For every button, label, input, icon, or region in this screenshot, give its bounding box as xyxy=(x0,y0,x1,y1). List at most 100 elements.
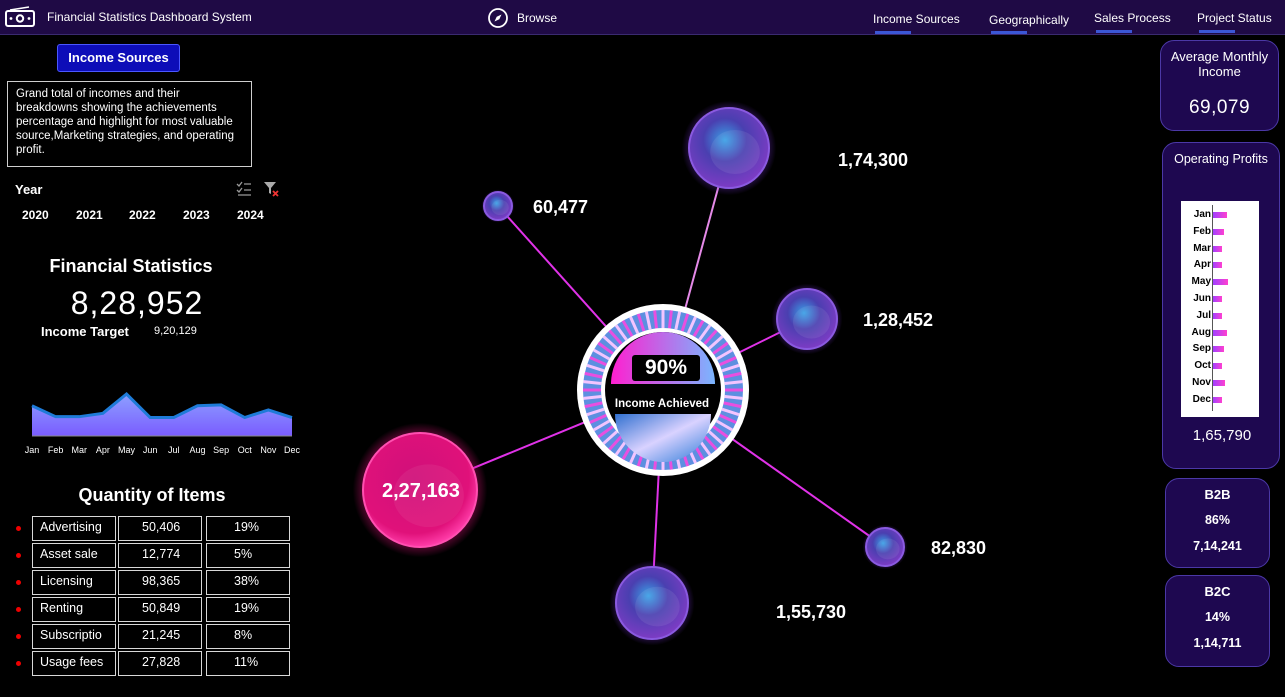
achievement-percent: 90% xyxy=(632,355,700,381)
operating-profits-card: Operating Profits Jan Feb Mar Apr May Jun Jul A… xyxy=(1162,142,1280,469)
app-title: Financial Statistics Dashboard System xyxy=(47,10,252,24)
tab-underline xyxy=(991,31,1027,34)
bullet-icon xyxy=(16,580,21,585)
year-2020[interactable]: 2020 xyxy=(22,208,49,222)
bullet-icon xyxy=(16,661,21,666)
op-row: Dec xyxy=(1181,392,1259,408)
bubble-value: 1,55,730 xyxy=(776,602,847,622)
op-bar xyxy=(1213,245,1222,252)
income-sources-chip[interactable]: Income Sources xyxy=(57,44,180,72)
year-slicer-title: Year xyxy=(15,182,43,197)
card-percent: 14% xyxy=(1204,610,1231,624)
op-row: May xyxy=(1181,274,1259,290)
income-bubble-diagram xyxy=(352,100,908,646)
tab-underline xyxy=(1199,30,1235,33)
x-tick-label: Oct xyxy=(238,445,253,455)
quantity-of-items-title: Quantity of Items xyxy=(78,485,226,505)
area-line xyxy=(31,391,293,420)
bubble-value: 1,74,300 xyxy=(838,150,909,170)
card-amount: 7,14,241 xyxy=(1193,539,1242,553)
month-label: Aug xyxy=(1191,326,1211,338)
tab-underline xyxy=(1096,30,1132,33)
x-tick-label: Nov xyxy=(260,445,277,455)
tab-label: Geographically xyxy=(989,13,1070,27)
card-title: Average Monthly Income xyxy=(1170,49,1269,79)
op-bar xyxy=(1213,296,1222,302)
year-2024[interactable]: 2024 xyxy=(237,208,264,222)
item-name: Usage fees xyxy=(32,651,116,676)
year-2022[interactable]: 2022 xyxy=(129,208,156,222)
item-percent: 8% xyxy=(206,624,290,649)
table-row: Usage fees 27,828 11% xyxy=(0,651,300,676)
multi-select-icon[interactable] xyxy=(236,181,252,197)
table-row: Licensing 98,365 38% xyxy=(0,570,300,595)
card-amount: 1,14,711 xyxy=(1193,636,1242,650)
card-title: B2B xyxy=(1204,487,1231,502)
bubble-value-highlight: 2,27,163 xyxy=(382,480,460,502)
month-label: Jul xyxy=(1196,309,1211,321)
bullet-icon xyxy=(16,553,21,558)
month-label: Nov xyxy=(1192,377,1211,388)
item-quantity: 98,365 xyxy=(118,570,202,595)
op-bar xyxy=(1213,396,1222,403)
month-label: Oct xyxy=(1194,360,1211,372)
item-quantity: 27,828 xyxy=(118,651,202,676)
item-name: Subscriptio xyxy=(32,624,116,649)
card-value: 1,65,790 xyxy=(1192,427,1252,444)
op-bar xyxy=(1213,346,1224,353)
month-label: Sep xyxy=(1192,343,1211,355)
tab-label: Project Status xyxy=(1197,11,1272,25)
tab-sales-process[interactable]: Sales Process xyxy=(1094,11,1171,33)
tab-geographically[interactable]: Geographically xyxy=(989,13,1070,34)
x-tick-label: Jul xyxy=(168,445,180,455)
op-row: Feb xyxy=(1181,224,1259,240)
month-label: Dec xyxy=(1192,393,1211,405)
table-row: Asset sale 12,774 5% xyxy=(0,543,300,568)
bubble-value: 1,28,452 xyxy=(863,310,934,330)
financial-statistics-value: 8,28,952 xyxy=(70,285,204,321)
op-row: Jan xyxy=(1181,207,1259,223)
table-row: Advertising 50,406 19% xyxy=(0,516,300,541)
description-box: Grand total of incomes and their breakdo… xyxy=(7,81,252,167)
bullet-icon xyxy=(16,607,21,612)
bubble-value: 82,830 xyxy=(931,538,987,558)
table-row: Subscriptio 21,245 8% xyxy=(0,624,300,649)
tab-project-status[interactable]: Project Status xyxy=(1197,11,1272,33)
average-monthly-income-card: Average Monthly Income 69,079 xyxy=(1160,40,1279,131)
x-tick-label: Apr xyxy=(96,445,110,455)
op-row: Nov xyxy=(1181,375,1259,391)
month-label: Feb xyxy=(1193,225,1211,237)
clear-filter-icon[interactable] xyxy=(263,181,279,197)
item-name: Licensing xyxy=(32,570,116,595)
bubble xyxy=(681,100,777,196)
browse-button[interactable]: Browse xyxy=(517,11,557,25)
item-percent: 19% xyxy=(206,516,290,541)
year-2021[interactable]: 2021 xyxy=(76,208,103,222)
item-quantity: 50,406 xyxy=(118,516,202,541)
bubble xyxy=(481,189,515,223)
month-label: Jun xyxy=(1193,293,1211,304)
tab-label: Income Sources xyxy=(873,12,960,26)
tab-label: Sales Process xyxy=(1094,11,1171,25)
op-row: Aug xyxy=(1181,325,1259,341)
bubble xyxy=(862,524,908,570)
op-bar xyxy=(1213,363,1222,370)
bubble xyxy=(609,560,695,646)
b2c-card: B2C 14% 1,14,711 xyxy=(1165,575,1270,667)
financial-statistics-title: Financial Statistics xyxy=(49,256,213,276)
tab-income-sources[interactable]: Income Sources xyxy=(873,12,960,34)
income-target-value: 9,20,129 xyxy=(154,325,197,337)
bubble xyxy=(771,283,843,355)
income-achieved-label: Income Achieved xyxy=(614,398,710,410)
x-tick-label: Feb xyxy=(48,445,64,455)
year-2023[interactable]: 2023 xyxy=(183,208,210,222)
item-quantity: 50,849 xyxy=(118,597,202,622)
month-label: Mar xyxy=(1193,242,1211,254)
item-percent: 11% xyxy=(206,651,290,676)
op-bar xyxy=(1213,329,1227,336)
compass-icon[interactable] xyxy=(487,7,509,29)
op-bar xyxy=(1213,380,1225,386)
op-bar xyxy=(1213,212,1227,218)
item-percent: 5% xyxy=(206,543,290,568)
item-quantity: 21,245 xyxy=(118,624,202,649)
